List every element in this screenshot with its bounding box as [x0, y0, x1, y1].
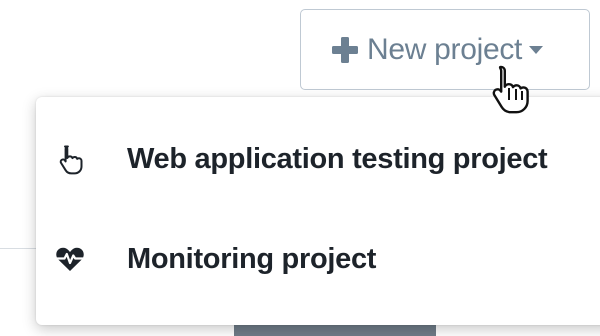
new-project-dropdown-menu: Web application testing project Monitori…	[36, 97, 600, 325]
cursor-pointer-icon	[492, 65, 529, 114]
menu-item-web-application-testing-project[interactable]: Web application testing project	[36, 124, 600, 194]
new-project-label: New project	[367, 32, 523, 66]
hand-pointer-icon	[59, 145, 83, 175]
page: New project Web application testing proj…	[0, 0, 600, 336]
menu-item-monitoring-project[interactable]: Monitoring project	[36, 224, 600, 294]
menu-item-label: Monitoring project	[127, 242, 377, 275]
background-divider	[0, 248, 40, 249]
plus-icon	[332, 36, 358, 63]
new-project-button[interactable]: New project	[300, 9, 590, 90]
menu-item-label: Web application testing project	[127, 142, 548, 175]
heartbeat-icon	[55, 247, 85, 271]
caret-down-icon	[529, 45, 544, 54]
